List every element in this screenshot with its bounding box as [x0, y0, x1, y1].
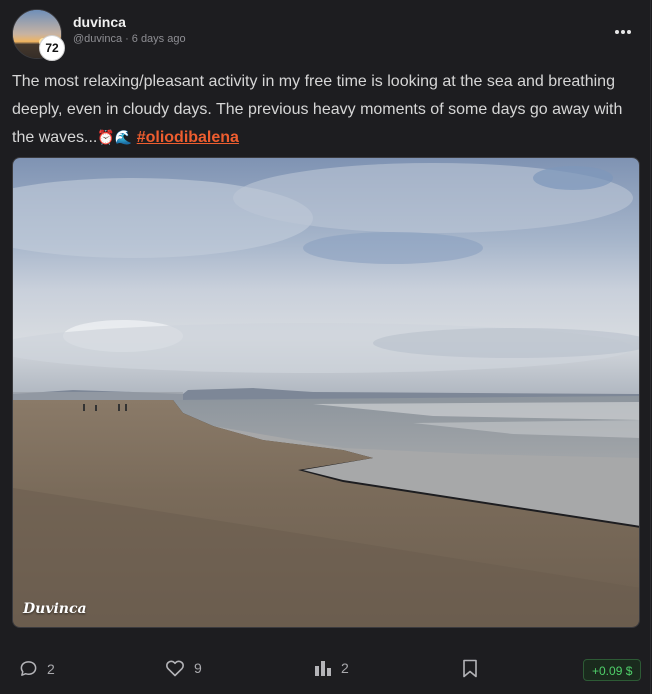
hashtag-link[interactable]: #oliodibalena: [137, 129, 239, 146]
more-dots-icon: [615, 30, 619, 34]
comments-count: 2: [47, 660, 55, 677]
bookmark-button[interactable]: [462, 659, 487, 678]
reblogs-count: 2: [341, 660, 349, 676]
bookmark-icon: [463, 659, 477, 678]
image-watermark: Duvinca: [23, 601, 87, 617]
post-image[interactable]: Duvinca: [12, 157, 640, 628]
reblog-button[interactable]: 2: [314, 659, 349, 677]
bar-chart-icon: [315, 661, 331, 676]
author-name[interactable]: duvinca: [73, 14, 126, 30]
comment-icon: [20, 661, 37, 676]
post-time[interactable]: 6 days ago: [132, 33, 186, 45]
post-emojis: ⏰🌊: [97, 130, 133, 146]
heart-icon: [166, 660, 184, 677]
more-dot: [621, 30, 625, 34]
author-handle[interactable]: @duvinca: [73, 33, 122, 45]
payout-badge[interactable]: +0.09 $: [583, 659, 642, 681]
post-actions: 2 9 2 +0.09 $: [0, 656, 651, 686]
likes-count: 9: [194, 660, 202, 676]
post-body: The most relaxing/pleasant activity in m…: [12, 68, 642, 152]
avatar[interactable]: 72: [12, 9, 65, 61]
more-dot: [627, 30, 631, 34]
author-meta: @duvinca · 6 days ago: [73, 33, 186, 45]
reputation-badge: 72: [39, 35, 65, 61]
like-button[interactable]: 9: [165, 659, 202, 677]
post-card: 72 duvinca @duvinca · 6 days ago The most …: [0, 0, 651, 694]
meta-separator: ·: [125, 33, 129, 45]
comments-button[interactable]: 2: [19, 659, 55, 678]
more-options-button[interactable]: [612, 22, 634, 42]
